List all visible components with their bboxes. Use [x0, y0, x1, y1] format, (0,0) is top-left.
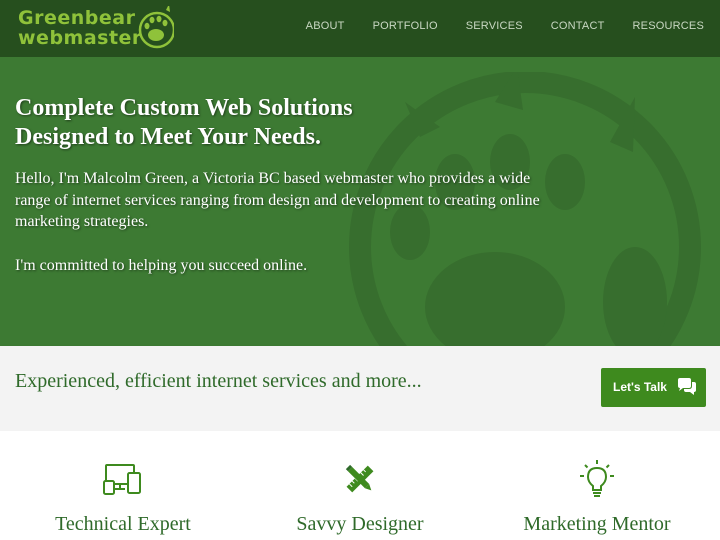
feature-marketing-mentor: Marketing Mentor [477, 431, 717, 540]
nav-item-about[interactable]: ABOUT [306, 20, 345, 32]
hero-title-line1: Complete Custom Web Solutions [15, 95, 353, 121]
callout-text: Experienced, efficient internet services… [15, 370, 422, 392]
lets-talk-label: Let's Talk [613, 380, 667, 394]
feature-title: Savvy Designer [296, 513, 424, 535]
main-nav: ABOUT PORTFOLIO SERVICES CONTACT RESOURC… [278, 20, 704, 32]
feature-savvy-designer: Savvy Designer [240, 431, 480, 540]
hero-intro-paragraph: Hello, I'm Malcolm Green, a Victoria BC … [15, 170, 540, 230]
logo-text-line2: webmaster [18, 27, 142, 49]
hero-title-line2: Designed to Meet Your Needs. [15, 124, 321, 150]
hero-commitment-paragraph: I'm committed to helping you succeed onl… [15, 257, 308, 274]
lightbulb-icon [580, 460, 614, 497]
devices-icon [103, 464, 141, 495]
nav-item-services[interactable]: SERVICES [466, 20, 523, 32]
nav-item-resources[interactable]: RESOURCES [633, 20, 704, 32]
lets-talk-button[interactable]: Let's Talk [601, 368, 706, 407]
feature-title: Marketing Mentor [523, 513, 671, 535]
logo-text-line1: Greenbear [18, 7, 136, 29]
callout-band: Experienced, efficient internet services… [0, 346, 720, 431]
hero-section: Complete Custom Web Solutions Designed t… [0, 57, 720, 346]
chat-bubbles-icon [678, 378, 696, 395]
hero-title: Complete Custom Web Solutions Designed t… [15, 94, 575, 152]
nav-item-portfolio[interactable]: PORTFOLIO [373, 20, 438, 32]
feature-technical-expert: Technical Expert [3, 431, 243, 540]
nav-item-contact[interactable]: CONTACT [551, 20, 605, 32]
site-header: Greenbear webmaster ABOUT PORTFOLIO SERV… [0, 0, 720, 57]
site-logo[interactable]: Greenbear webmaster [16, 6, 176, 54]
bear-paw-icon [138, 6, 174, 49]
pencil-ruler-icon [345, 464, 374, 493]
feature-title: Technical Expert [55, 513, 191, 535]
features-section: Technical Expert Savvy Designer Marketin… [0, 431, 720, 540]
